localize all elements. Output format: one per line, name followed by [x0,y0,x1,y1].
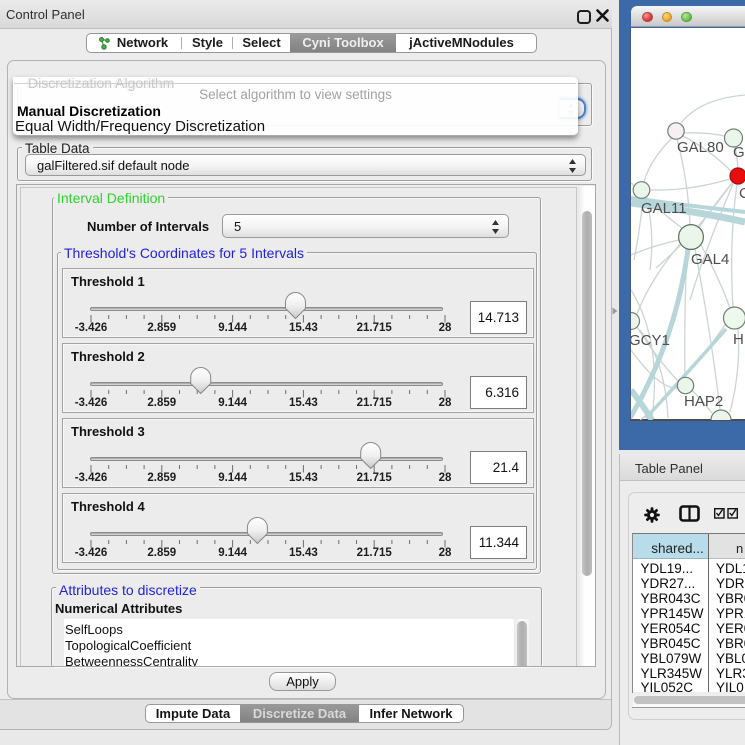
svg-text:G.: G. [733,144,745,161]
svg-text:GAL11: GAL11 [641,200,687,217]
svg-text:HAP2: HAP2 [684,393,723,410]
svg-text:GAL4: GAL4 [691,251,729,268]
svg-text:C: C [739,185,745,202]
svg-text:GAL80: GAL80 [677,139,724,156]
svg-text:GCY1: GCY1 [631,332,670,349]
svg-text:H: H [733,331,744,348]
